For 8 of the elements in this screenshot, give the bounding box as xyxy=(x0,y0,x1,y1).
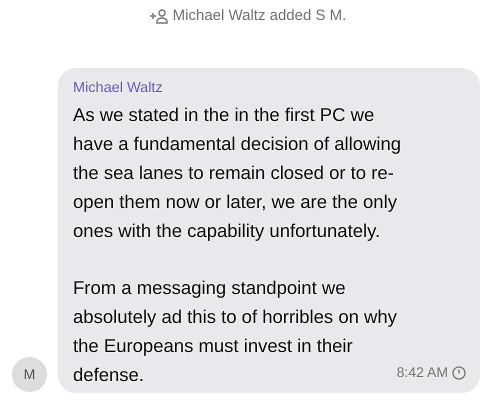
message-text: From a messaging standpoint we absolutely ad this to of horribles on why the Europeans must invest in their defense. xyxy=(73,276,397,387)
sender-name: Michael Waltz xyxy=(73,79,164,98)
add-person-icon xyxy=(148,8,169,24)
clock-icon xyxy=(452,366,466,380)
message-time: 8:42 AM xyxy=(396,363,448,382)
system-message: Michael Waltz added S M. xyxy=(172,6,346,26)
message-text: As we stated in the in the first PC we have a fundamental decision of allowing the sea lanes to remain closed or to re- open them now or later, we are the only ones with the capability unfortunately. xyxy=(73,103,402,243)
avatar: M xyxy=(24,365,36,384)
